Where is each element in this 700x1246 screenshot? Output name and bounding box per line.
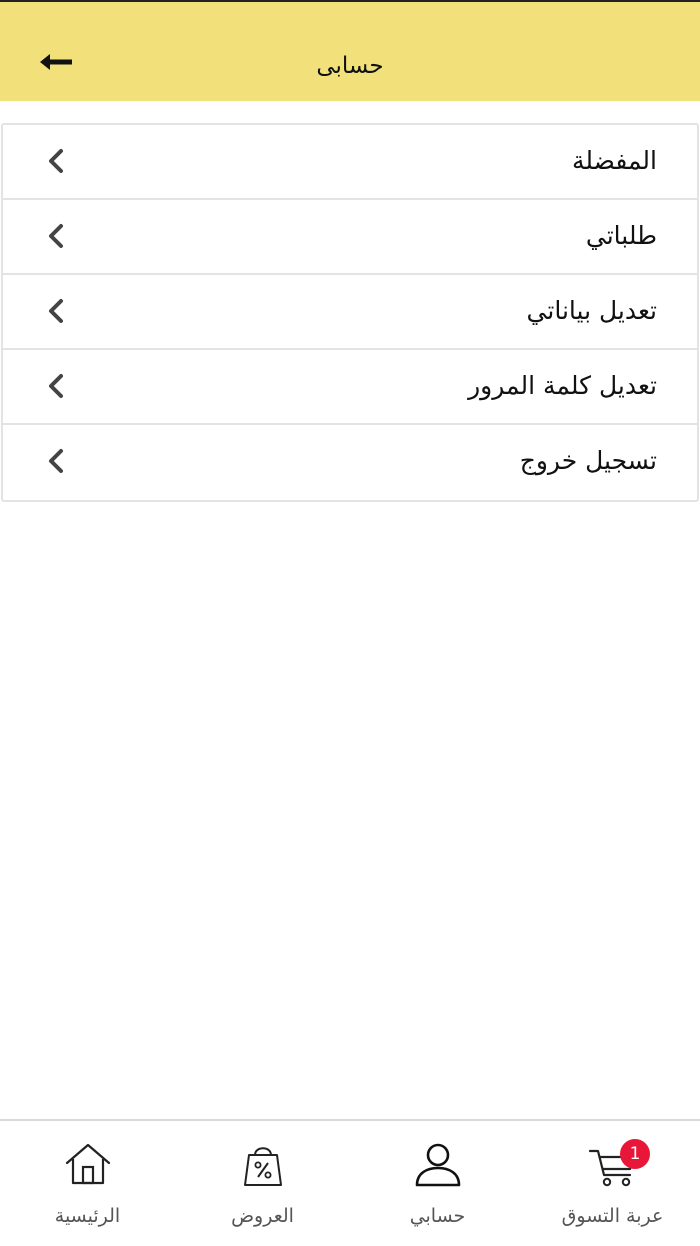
top-bar: حسابى — [0, 0, 700, 101]
menu-item-label: طلباتي — [585, 221, 657, 250]
tab-account[interactable]: حسابي — [350, 1121, 525, 1246]
menu-item-logout[interactable]: تسجيل خروج — [3, 425, 697, 500]
bottom-tab-bar: الرئيسية العروض حسابي 1 عربة التسوق — [0, 1119, 700, 1244]
chevron-left-icon — [49, 224, 63, 248]
page-title: حسابى — [316, 53, 384, 79]
menu-item-favorites[interactable]: المفضلة — [3, 125, 697, 200]
tab-cart-label: عربة التسوق — [561, 1205, 664, 1227]
chevron-left-icon — [49, 374, 63, 398]
tab-home-label: الرئيسية — [54, 1205, 121, 1227]
tab-offers[interactable]: العروض — [175, 1121, 350, 1246]
user-icon — [415, 1143, 460, 1187]
tab-home[interactable]: الرئيسية — [0, 1121, 175, 1246]
menu-item-orders[interactable]: طلباتي — [3, 200, 697, 275]
menu-item-edit-profile[interactable]: تعديل بياناتي — [3, 275, 697, 350]
menu-item-label: تعديل كلمة المرور — [468, 371, 657, 400]
tab-account-label: حسابي — [409, 1205, 466, 1227]
tab-offers-label: العروض — [231, 1205, 294, 1227]
home-icon — [65, 1143, 110, 1185]
menu-item-label: المفضلة — [571, 146, 657, 175]
chevron-left-icon — [49, 149, 63, 173]
menu-item-label: تعديل بياناتي — [526, 296, 657, 325]
menu-item-label: تسجيل خروج — [519, 446, 657, 475]
chevron-left-icon — [49, 299, 63, 323]
cart-count-badge: 1 — [620, 1139, 650, 1169]
chevron-left-icon — [49, 449, 63, 473]
account-menu-list: المفضلة طلباتي تعديل بياناتي تعديل كلمة … — [1, 123, 699, 502]
shopping-bag-percent-icon — [243, 1147, 282, 1186]
menu-item-change-password[interactable]: تعديل كلمة المرور — [3, 350, 697, 425]
tab-cart[interactable]: 1 عربة التسوق — [525, 1121, 700, 1246]
